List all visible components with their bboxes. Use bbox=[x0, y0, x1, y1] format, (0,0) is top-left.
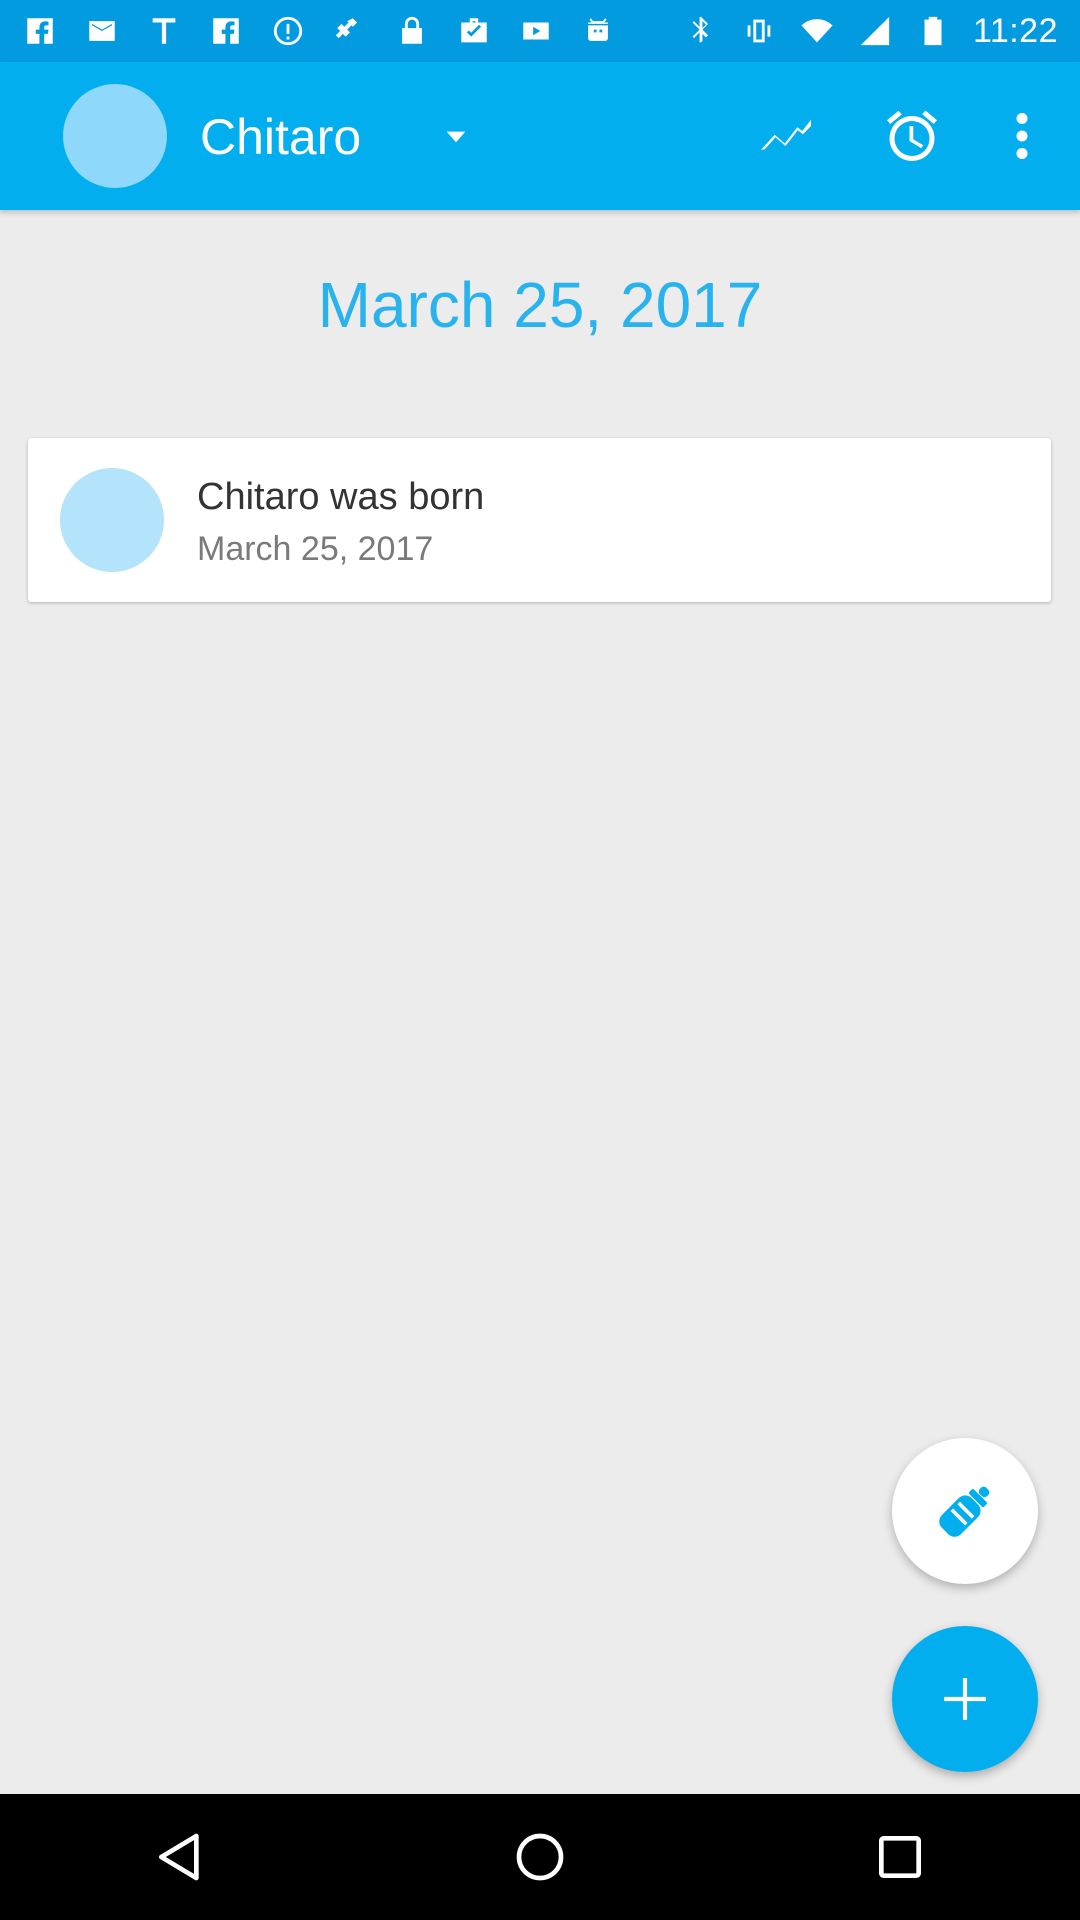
signal-icon bbox=[857, 13, 893, 49]
back-icon[interactable] bbox=[135, 1812, 225, 1902]
baby-avatar[interactable] bbox=[63, 84, 167, 188]
date-heading: March 25, 2017 bbox=[317, 269, 763, 341]
facebook-icon bbox=[22, 13, 58, 49]
status-clock: 11:22 bbox=[972, 11, 1058, 50]
recents-icon[interactable] bbox=[855, 1812, 945, 1902]
event-date: March 25, 2017 bbox=[197, 530, 434, 568]
mail-icon bbox=[84, 13, 120, 49]
event-avatar bbox=[60, 468, 164, 572]
vibrate-icon bbox=[741, 13, 777, 49]
event-card[interactable]: Chitaro was born March 25, 2017 bbox=[28, 438, 1051, 602]
plus-icon bbox=[944, 1678, 986, 1720]
fake-gps-icon bbox=[332, 13, 368, 49]
status-notification-icons bbox=[22, 13, 616, 49]
home-icon[interactable] bbox=[495, 1812, 585, 1902]
battery-icon bbox=[915, 13, 951, 49]
system-nav-bar bbox=[0, 1794, 1080, 1920]
growth-chart-icon[interactable] bbox=[750, 100, 822, 172]
status-system-icons: 11:22 bbox=[683, 12, 1058, 51]
app-bar: Chitaro bbox=[0, 62, 1080, 210]
more-vert-icon[interactable] bbox=[986, 100, 1058, 172]
status-bar: 11:22 bbox=[0, 0, 1080, 62]
wifi-icon bbox=[799, 13, 835, 49]
baby-name-selector[interactable]: Chitaro bbox=[200, 108, 361, 166]
add-event-button[interactable] bbox=[892, 1626, 1038, 1772]
briefcase-check-icon bbox=[456, 13, 492, 49]
lock-icon bbox=[394, 13, 430, 49]
android-icon bbox=[580, 13, 616, 49]
t-icon bbox=[146, 13, 182, 49]
facebook-icon bbox=[208, 13, 244, 49]
event-title: Chitaro was born bbox=[197, 476, 485, 518]
bluetooth-icon bbox=[683, 13, 719, 49]
baby-bottle-icon bbox=[939, 1486, 990, 1537]
alarm-clock-icon[interactable] bbox=[876, 100, 948, 172]
feed-button[interactable] bbox=[892, 1438, 1038, 1584]
youtube-icon bbox=[518, 13, 554, 49]
chevron-down-icon[interactable] bbox=[440, 122, 472, 152]
info-icon bbox=[270, 13, 306, 49]
